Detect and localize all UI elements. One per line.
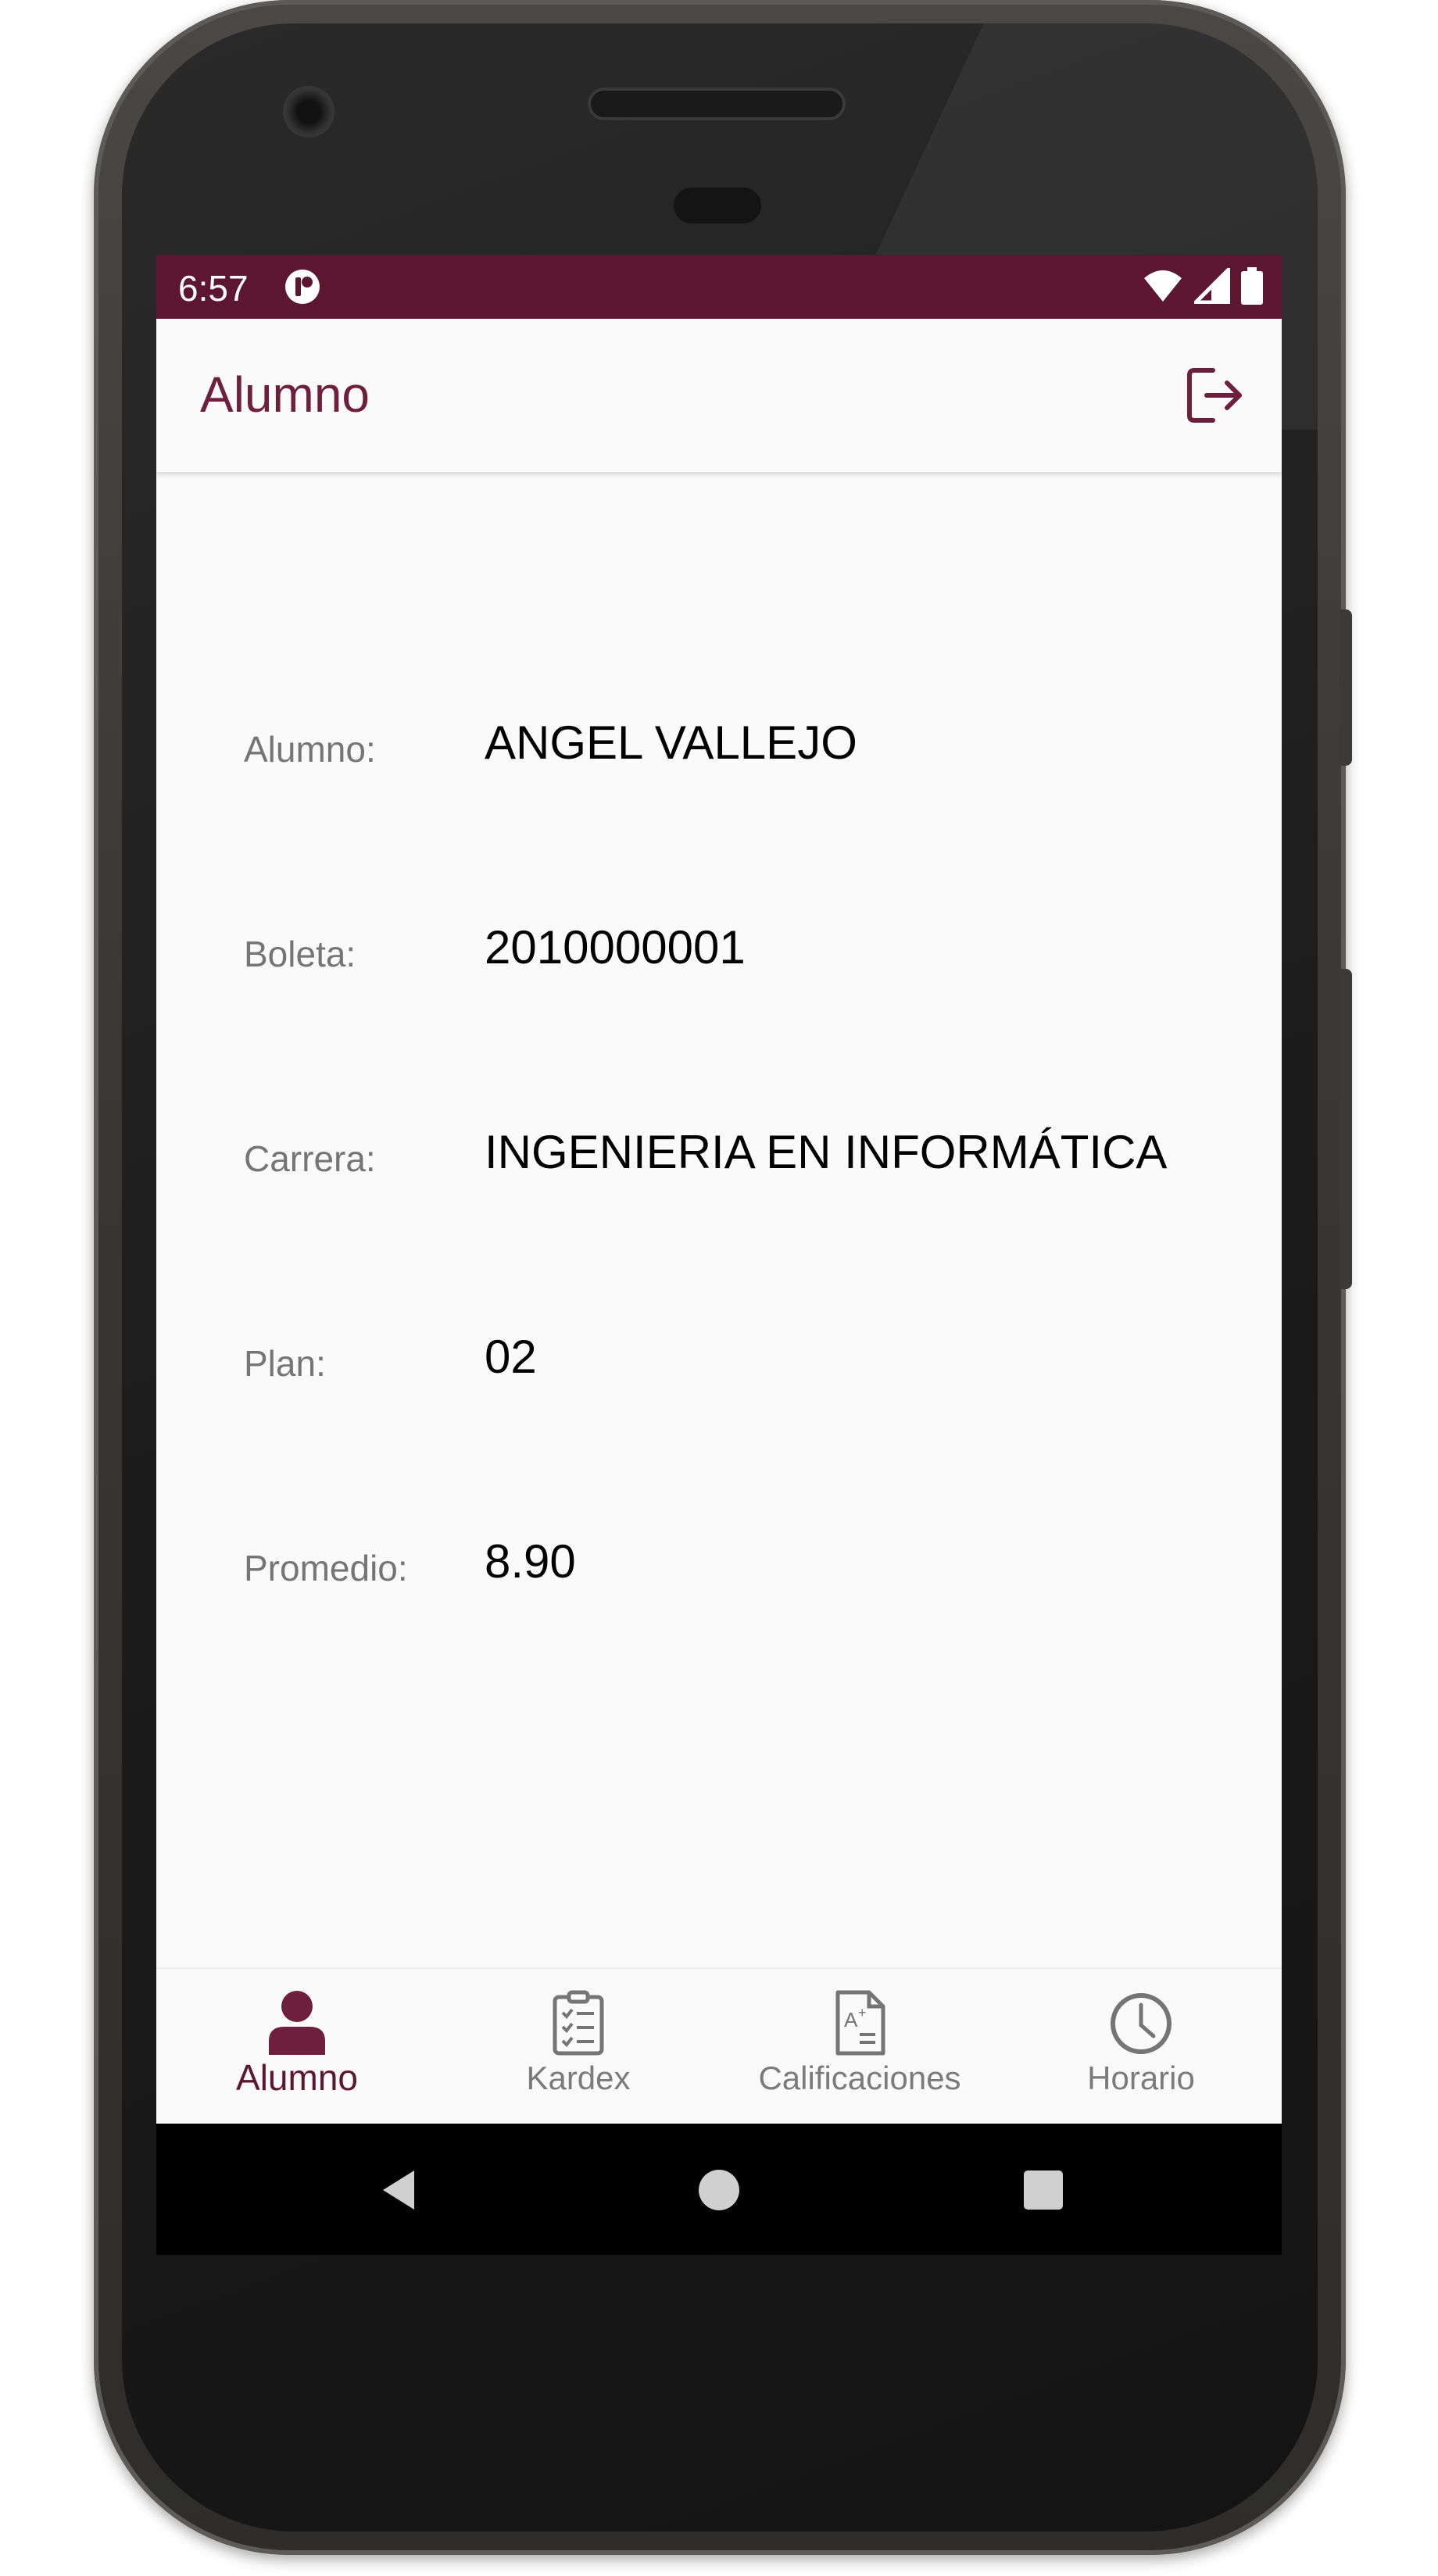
field-value: 8.90 (485, 1535, 576, 1588)
field-row-alumno: Alumno: ANGEL VALLEJO (156, 702, 1282, 780)
logout-icon (1187, 368, 1242, 423)
field-row-boleta: Boleta: 2010000001 (156, 906, 1282, 984)
field-value: INGENIERIA EN INFORMÁTICA (485, 1126, 1168, 1178)
home-icon[interactable] (692, 2163, 746, 2217)
logout-button[interactable] (1179, 359, 1250, 431)
clock-icon (1111, 1993, 1172, 2054)
student-info: Alumno: ANGEL VALLEJO Boleta: 2010000001… (156, 472, 1282, 1964)
field-label: Alumno: (244, 729, 376, 770)
status-bar: 6:57 (156, 255, 1282, 319)
nav-label: Kardex (526, 2060, 631, 2096)
field-value: ANGEL VALLEJO (485, 716, 857, 769)
recents-icon[interactable] (1016, 2163, 1071, 2217)
page-title: Alumno (200, 366, 370, 423)
nav-label: Calificaciones (758, 2060, 961, 2096)
nav-item-horario[interactable]: Horario (1000, 1969, 1282, 2125)
grade-document-icon: A + (835, 1990, 885, 2056)
field-label: Carrera: (244, 1138, 376, 1179)
signal-icon (1194, 268, 1230, 304)
clipboard-list-icon (553, 1990, 604, 2056)
field-label: Promedio: (244, 1548, 408, 1588)
earpiece-speaker (591, 91, 842, 117)
field-row-promedio: Promedio: 8.90 (156, 1520, 1282, 1599)
svg-text:+: + (858, 2005, 867, 2020)
device-screen: 6:57 Alumno Alumno: ANGEL VALLEJO Boleta… (156, 255, 1282, 2255)
nav-item-alumno[interactable]: Alumno (156, 1969, 438, 2125)
volume-button (1340, 609, 1352, 766)
svg-text:A: A (844, 2008, 858, 2031)
person-icon (269, 1991, 325, 2055)
bottom-navigation: Alumno Kardex A + Calificaciones Horario (156, 1967, 1282, 2125)
system-navigation-bar (156, 2124, 1282, 2255)
field-value: 02 (485, 1331, 537, 1383)
proximity-sensor (674, 188, 761, 223)
status-icons (1143, 267, 1263, 305)
battery-icon (1241, 267, 1263, 305)
power-button (1340, 969, 1352, 1289)
field-row-carrera: Carrera: INGENIERIA EN INFORMÁTICA (156, 1111, 1282, 1189)
wifi-icon (1144, 270, 1182, 302)
field-value: 2010000001 (485, 921, 746, 974)
back-icon[interactable] (372, 2163, 427, 2217)
nav-item-calificaciones[interactable]: A + Calificaciones (719, 1969, 1000, 2125)
status-time: 6:57 (178, 268, 249, 309)
field-label: Boleta: (244, 934, 356, 974)
app-bar: Alumno (156, 319, 1282, 472)
field-row-plan: Plan: 02 (156, 1316, 1282, 1394)
nav-label: Horario (1087, 2060, 1195, 2096)
front-camera (283, 86, 334, 138)
nav-label: Alumno (236, 2057, 358, 2098)
nav-item-kardex[interactable]: Kardex (438, 1969, 719, 2125)
field-label: Plan: (244, 1343, 326, 1384)
notification-icon (285, 270, 320, 304)
